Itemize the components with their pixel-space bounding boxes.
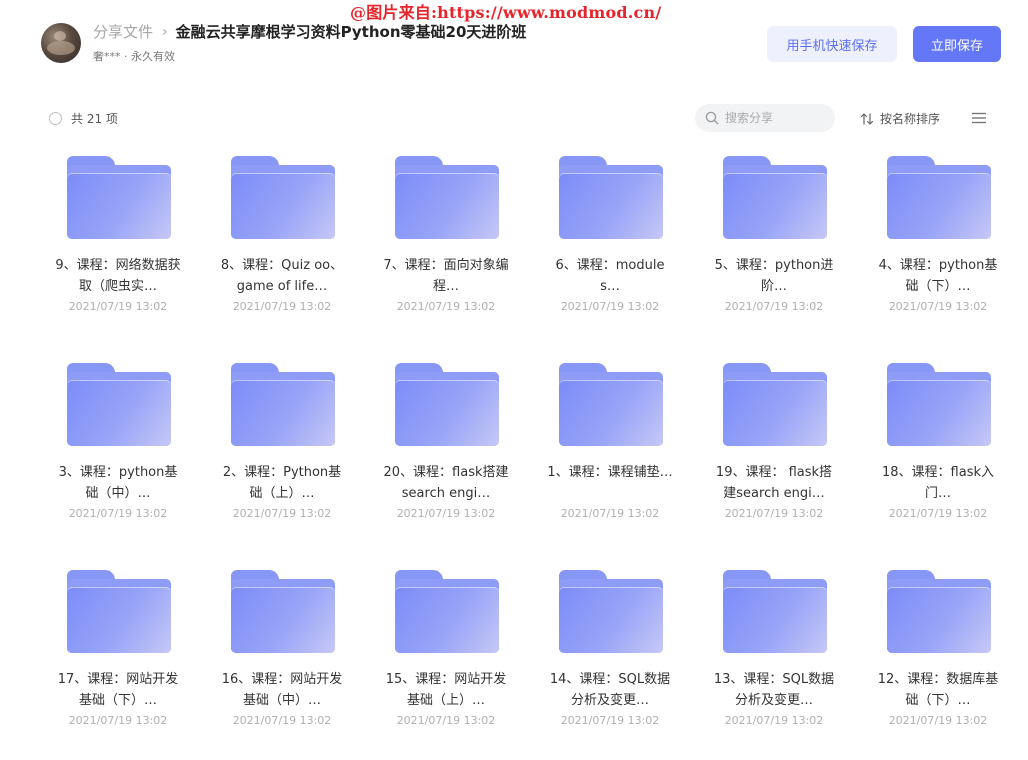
file-item[interactable]: 16、课程：网站开发基础（中）… 2021/07/19 13:02 — [200, 564, 364, 760]
file-item[interactable]: 14、课程：SQL数据分析及变更… 2021/07/19 13:02 — [528, 564, 692, 760]
file-item[interactable]: 20、课程：flask搭建search engi… 2021/07/19 13:0… — [364, 357, 528, 564]
folder-icon — [231, 570, 335, 656]
share-page: @图片来自:https://www.modmod.cn/ 分享文件 › 金融云共… — [0, 0, 1028, 760]
file-item[interactable]: 19、课程： flask搭建search engi… 2021/07/19 13:… — [692, 357, 856, 564]
file-date: 2021/07/19 13:02 — [560, 507, 660, 520]
file-item[interactable]: 12、课程：数据库基础（下）… 2021/07/19 13:02 — [856, 564, 1020, 760]
file-name: 4、课程：python基础（下）… — [878, 258, 998, 294]
file-date: 2021/07/19 13:02 — [232, 507, 332, 520]
folder-icon — [231, 156, 335, 242]
file-name: 8、课程：Quiz oo、game of life… — [220, 258, 344, 294]
file-name: 2、课程：Python基础（上）… — [222, 465, 342, 501]
folder-icon — [231, 363, 335, 449]
file-item[interactable]: 4、课程：python基础（下）… 2021/07/19 13:02 — [856, 150, 1020, 357]
file-item[interactable]: 18、课程：flask入门… 2021/07/19 13:02 — [856, 357, 1020, 564]
sort-icon — [860, 112, 874, 125]
list-view-icon[interactable] — [971, 111, 987, 125]
file-name: 14、课程：SQL数据分析及变更… — [549, 672, 671, 708]
sort-button[interactable]: 按名称排序 — [860, 110, 940, 127]
folder-icon — [723, 363, 827, 449]
item-count: 共 21 项 — [71, 112, 118, 126]
file-name: 3、课程：python基础（中）… — [58, 465, 178, 501]
sharer-info: 奢*** · 永久有效 — [93, 50, 175, 63]
file-name: 17、课程：网站开发基础（下）… — [57, 672, 179, 708]
file-date: 2021/07/19 13:02 — [888, 300, 988, 313]
file-name: 18、课程：flask入门… — [882, 465, 994, 501]
file-name: 16、课程：网站开发基础（中）… — [221, 672, 343, 708]
file-date: 2021/07/19 13:02 — [888, 507, 988, 520]
file-date: 2021/07/19 13:02 — [68, 300, 168, 313]
file-grid: 9、课程：网络数据获取（爬虫实… 2021/07/19 13:02 8、课程：Qui… — [36, 150, 1020, 760]
folder-icon — [67, 363, 171, 449]
folder-icon — [559, 363, 663, 449]
file-date: 2021/07/19 13:02 — [560, 714, 660, 727]
folder-icon — [887, 156, 991, 242]
folder-icon — [395, 363, 499, 449]
folder-icon — [67, 570, 171, 656]
file-name: 5、课程：python进阶… — [714, 258, 834, 294]
file-name: 20、课程：flask搭建search engi… — [383, 465, 509, 501]
file-item[interactable]: 2、课程：Python基础（上）… 2021/07/19 13:02 — [200, 357, 364, 564]
file-name: 12、课程：数据库基础（下）… — [877, 672, 999, 708]
file-item[interactable]: 17、课程：网站开发基础（下）… 2021/07/19 13:02 — [36, 564, 200, 760]
breadcrumb-separator: › — [162, 23, 168, 40]
watermark-text: @图片来自:https://www.modmod.cn/ — [350, 3, 662, 22]
file-name: 15、课程：网站开发基础（上）… — [385, 672, 507, 708]
avatar[interactable] — [41, 23, 81, 63]
file-date: 2021/07/19 13:02 — [232, 714, 332, 727]
sort-label: 按名称排序 — [880, 112, 941, 126]
file-date: 2021/07/19 13:02 — [724, 507, 824, 520]
file-item[interactable]: 5、课程：python进阶… 2021/07/19 13:02 — [692, 150, 856, 357]
file-item[interactable]: 1、课程：课程铺垫… 2021/07/19 13:02 — [528, 357, 692, 564]
folder-icon — [723, 156, 827, 242]
file-date: 2021/07/19 13:02 — [396, 507, 496, 520]
select-all: 共 21 项 — [49, 110, 118, 127]
select-all-radio[interactable] — [49, 112, 62, 125]
folder-icon — [887, 363, 991, 449]
file-date: 2021/07/19 13:02 — [68, 714, 168, 727]
search-box[interactable] — [695, 104, 835, 132]
save-now-button[interactable]: 立即保存 — [913, 26, 1001, 62]
file-name: 7、课程：面向对象编程… — [383, 258, 509, 294]
file-name: 6、课程：modules… — [555, 258, 665, 294]
file-item[interactable]: 8、课程：Quiz oo、game of life… 2021/07/19 13:… — [200, 150, 364, 357]
file-item[interactable]: 13、课程：SQL数据分析及变更… 2021/07/19 13:02 — [692, 564, 856, 760]
search-input[interactable] — [725, 111, 825, 125]
file-date: 2021/07/19 13:02 — [560, 300, 660, 313]
search-icon — [705, 111, 719, 125]
file-date: 2021/07/19 13:02 — [396, 714, 496, 727]
folder-icon — [395, 156, 499, 242]
file-item[interactable]: 7、课程：面向对象编程… 2021/07/19 13:02 — [364, 150, 528, 357]
folder-icon — [395, 570, 499, 656]
file-item[interactable]: 9、课程：网络数据获取（爬虫实… 2021/07/19 13:02 — [36, 150, 200, 357]
file-date: 2021/07/19 13:02 — [232, 300, 332, 313]
folder-icon — [67, 156, 171, 242]
folder-icon — [723, 570, 827, 656]
file-date: 2021/07/19 13:02 — [724, 714, 824, 727]
breadcrumb: 分享文件 › 金融云共享摩根学习资料Python零基础20天进阶班 — [93, 21, 526, 42]
file-name: 13、课程：SQL数据分析及变更… — [713, 672, 835, 708]
file-date: 2021/07/19 13:02 — [888, 714, 988, 727]
folder-icon — [559, 156, 663, 242]
file-item[interactable]: 15、课程：网站开发基础（上）… 2021/07/19 13:02 — [364, 564, 528, 760]
file-name: 19、课程： flask搭建search engi… — [715, 465, 833, 501]
folder-icon — [887, 570, 991, 656]
page-title: 金融云共享摩根学习资料Python零基础20天进阶班 — [175, 23, 527, 41]
file-name: 9、课程：网络数据获取（爬虫实… — [55, 258, 181, 294]
file-date: 2021/07/19 13:02 — [396, 300, 496, 313]
file-item[interactable]: 3、课程：python基础（中）… 2021/07/19 13:02 — [36, 357, 200, 564]
file-item[interactable]: 6、课程：modules… 2021/07/19 13:02 — [528, 150, 692, 357]
file-date: 2021/07/19 13:02 — [724, 300, 824, 313]
breadcrumb-parent-link[interactable]: 分享文件 — [93, 21, 153, 42]
folder-icon — [559, 570, 663, 656]
file-name: 1、课程：课程铺垫… — [547, 465, 673, 480]
file-date: 2021/07/19 13:02 — [68, 507, 168, 520]
mobile-save-button[interactable]: 用手机快速保存 — [767, 26, 897, 62]
